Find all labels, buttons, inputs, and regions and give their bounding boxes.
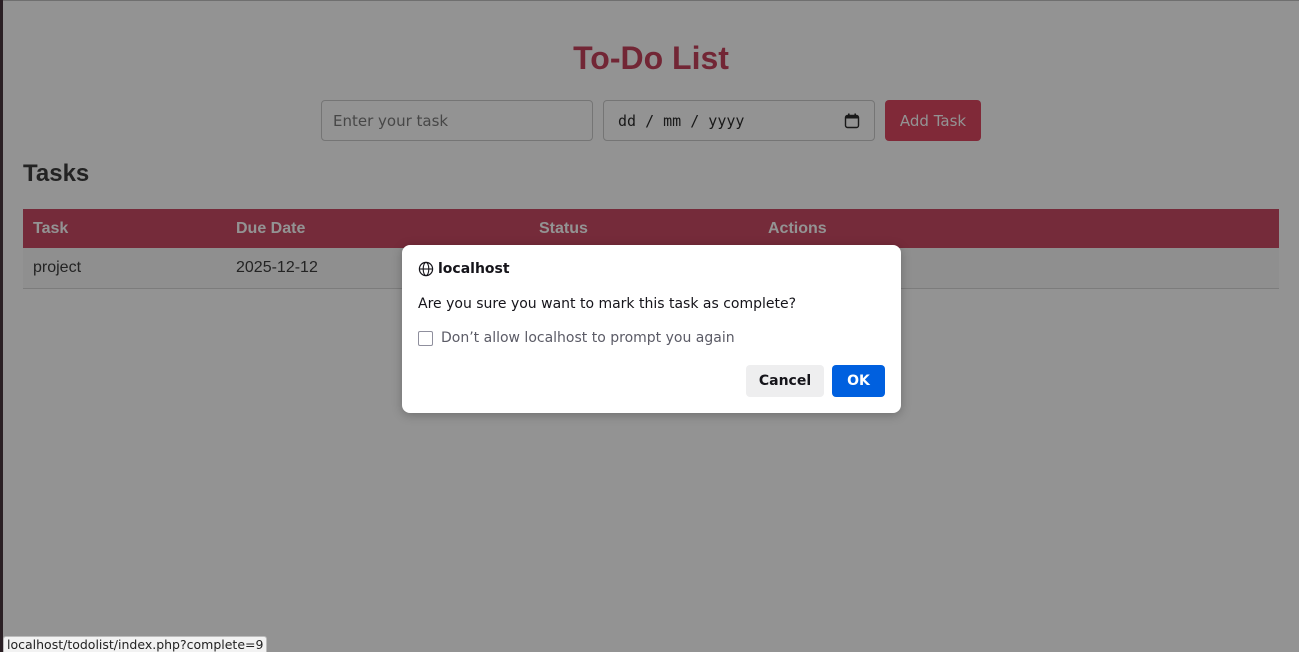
suppress-prompt-label[interactable]: Don’t allow localhost to prompt you agai… [441,330,735,346]
suppress-prompt-row[interactable]: Don’t allow localhost to prompt you agai… [418,330,735,346]
status-bar-url: localhost/todolist/index.php?complete=9 [3,636,268,652]
dialog-message: Are you sure you want to mark this task … [418,296,797,312]
dialog-header: localhost [418,261,510,277]
globe-icon [418,261,434,277]
dialog-origin: localhost [438,261,510,277]
ok-button[interactable]: OK [832,365,885,397]
suppress-prompt-checkbox[interactable] [418,330,433,346]
cancel-button[interactable]: Cancel [746,365,824,397]
confirm-dialog: localhost Are you sure you want to mark … [402,245,901,413]
